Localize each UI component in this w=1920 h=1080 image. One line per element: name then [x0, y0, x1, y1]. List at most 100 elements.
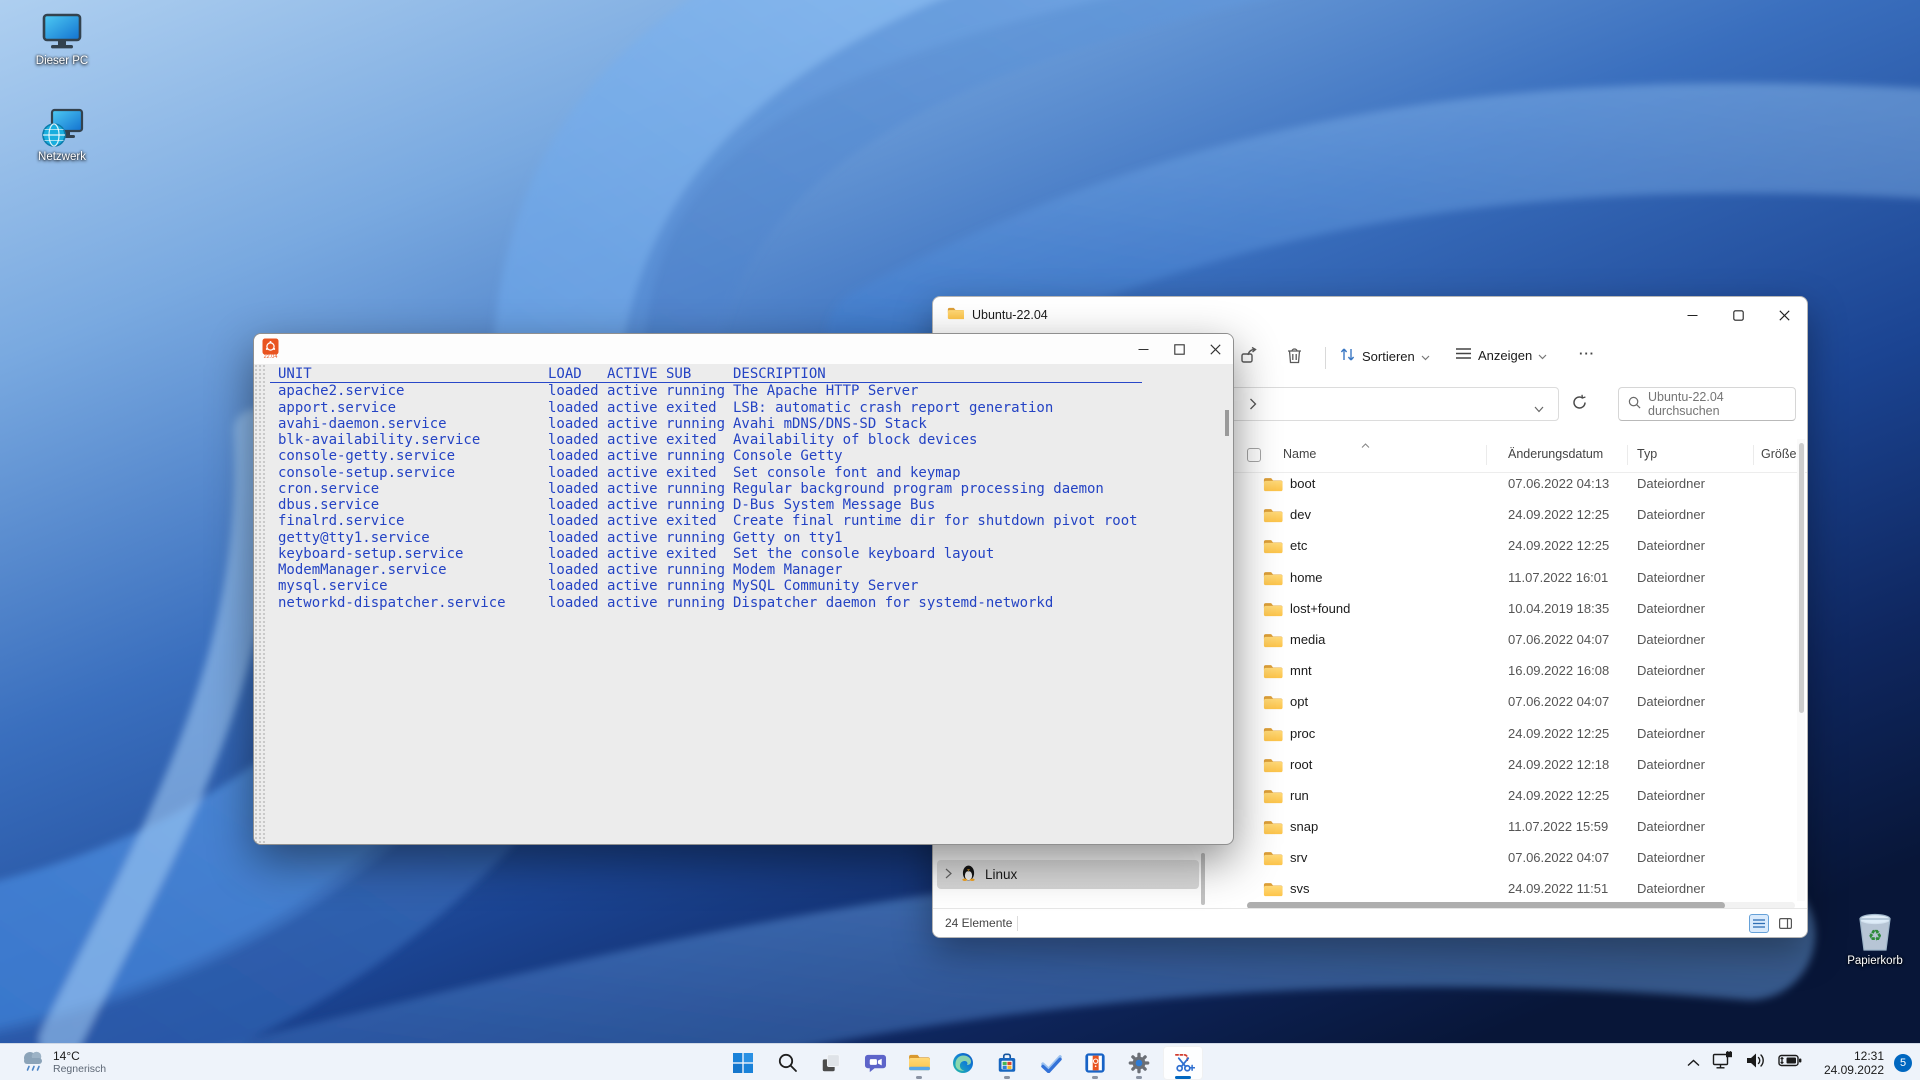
file-name: lost+found	[1290, 601, 1350, 616]
column-header-type[interactable]: Typ	[1637, 447, 1657, 461]
folder-icon	[1263, 538, 1283, 559]
taskbar-clock[interactable]: 12:31 24.09.2022	[1824, 1049, 1884, 1078]
desktop-icon-papierkorb[interactable]: ♻ Papierkorb	[1843, 912, 1907, 967]
network-icon[interactable]	[1712, 1051, 1734, 1075]
service-description: Console Getty	[733, 448, 843, 464]
column-header-size[interactable]: Größe	[1761, 447, 1796, 461]
edge-button[interactable]	[943, 1046, 983, 1080]
share-button[interactable]	[1239, 346, 1258, 365]
battery-charging-icon[interactable]	[1778, 1053, 1802, 1073]
start-button[interactable]	[723, 1046, 763, 1080]
service-sub: running	[666, 497, 733, 513]
service-sub: running	[666, 481, 733, 497]
search-placeholder: Ubuntu-22.04 durchsuchen	[1648, 390, 1795, 418]
column-header-name[interactable]: Name	[1283, 447, 1316, 461]
scrollbar-thumb[interactable]	[1799, 443, 1804, 713]
file-explorer-button[interactable]	[899, 1046, 939, 1080]
file-type: Dateiordner	[1637, 788, 1705, 803]
folder-icon	[1263, 850, 1283, 871]
close-button[interactable]	[1197, 334, 1233, 364]
service-unit: mysql.service	[278, 578, 548, 594]
service-load: loaded	[548, 383, 607, 399]
taskbar-center-icons	[723, 1044, 1203, 1080]
icon-caption: 22.04	[264, 355, 278, 361]
terminal-right-scrollbar[interactable]	[1223, 372, 1231, 838]
search-input[interactable]: Ubuntu-22.04 durchsuchen	[1618, 387, 1796, 421]
service-sub: running	[666, 578, 733, 594]
file-type: Dateiordner	[1637, 694, 1705, 709]
service-load: loaded	[548, 465, 607, 481]
service-unit: avahi-daemon.service	[278, 416, 548, 432]
widgets-weather-button[interactable]: 14°C Regnerisch	[14, 1047, 112, 1078]
search-button[interactable]	[767, 1046, 807, 1080]
view-button[interactable]: Anzeigen	[1455, 346, 1547, 364]
desktop-icon-dieser-pc[interactable]: Dieser PC	[30, 12, 94, 67]
expander-chevron-icon[interactable]	[945, 866, 952, 884]
tray-chevron-up-icon[interactable]	[1687, 1054, 1700, 1072]
service-description: LSB: automatic crash report generation	[733, 400, 1053, 416]
service-description: D-Bus System Message Bus	[733, 497, 935, 513]
system-tray	[1687, 1044, 1802, 1080]
minimize-button[interactable]	[1669, 297, 1715, 333]
delete-button[interactable]	[1285, 346, 1304, 365]
minimize-button[interactable]	[1125, 334, 1161, 364]
sidebar-item-label: Linux	[985, 867, 1017, 882]
snipping-tool-button[interactable]	[1163, 1046, 1203, 1080]
folder-icon	[1263, 570, 1283, 591]
toolbar-divider	[1325, 347, 1326, 369]
maximize-button[interactable]	[1161, 334, 1197, 364]
task-view-button[interactable]	[811, 1046, 851, 1080]
select-all-checkbox[interactable]	[1247, 448, 1261, 462]
ubuntu-terminal-button[interactable]	[1075, 1046, 1115, 1080]
folder-icon	[1263, 601, 1283, 622]
service-active: active	[607, 448, 666, 464]
network-icon	[39, 108, 85, 148]
svg-text:♻: ♻	[1868, 926, 1882, 945]
settings-button[interactable]	[1119, 1046, 1159, 1080]
sidebar-item-linux[interactable]: Linux	[937, 860, 1199, 889]
file-type: Dateiordner	[1637, 881, 1705, 896]
more-options-button[interactable]: ···	[1579, 346, 1595, 361]
vertical-scrollbar[interactable]	[1797, 439, 1805, 901]
microsoft-store-button[interactable]	[987, 1046, 1027, 1080]
notification-badge[interactable]: 5	[1894, 1054, 1912, 1072]
column-header-date[interactable]: Änderungsdatum	[1508, 447, 1603, 461]
explorer-titlebar[interactable]: Ubuntu-22.04	[933, 297, 1807, 333]
microsoft-todo-button[interactable]	[1031, 1046, 1071, 1080]
service-unit: apport.service	[278, 400, 548, 416]
terminal-left-scrollbar[interactable]	[254, 364, 267, 845]
clock-date: 24.09.2022	[1824, 1063, 1884, 1077]
maximize-button[interactable]	[1715, 297, 1761, 333]
desktop-icon-label: Netzwerk	[38, 151, 86, 163]
col-unit: UNIT	[278, 366, 548, 382]
service-row: ModemManager.service loaded active runni…	[270, 562, 1233, 578]
file-type: Dateiordner	[1637, 538, 1705, 553]
service-description: Regular background program processing da…	[733, 481, 1104, 497]
details-view-button[interactable]	[1775, 914, 1795, 933]
service-unit: finalrd.service	[278, 513, 548, 529]
file-type: Dateiordner	[1637, 601, 1705, 616]
this-pc-icon	[39, 12, 85, 52]
file-name: mnt	[1290, 663, 1312, 678]
sort-button[interactable]: Sortieren	[1339, 346, 1430, 366]
file-date: 07.06.2022 04:07	[1508, 694, 1609, 709]
teams-chat-button[interactable]	[855, 1046, 895, 1080]
file-date: 11.07.2022 16:01	[1508, 570, 1608, 585]
close-button[interactable]	[1761, 297, 1807, 333]
address-dropdown-icon[interactable]	[1534, 400, 1544, 418]
file-name: opt	[1290, 694, 1308, 709]
desktop-icon-netzwerk[interactable]: Netzwerk	[30, 108, 94, 163]
running-indicator	[1092, 1076, 1098, 1079]
scrollbar-thumb[interactable]	[1225, 410, 1229, 436]
service-active: active	[607, 497, 666, 513]
volume-icon[interactable]	[1746, 1052, 1766, 1074]
tux-penguin-icon	[961, 864, 976, 886]
refresh-button[interactable]	[1571, 394, 1588, 416]
service-sub: running	[666, 530, 733, 546]
terminal-titlebar[interactable]: 22.04	[254, 334, 1233, 364]
service-sub: running	[666, 416, 733, 432]
service-description: Availability of block devices	[733, 432, 977, 448]
list-view-button[interactable]	[1749, 914, 1769, 933]
scrollbar-thumb[interactable]	[1201, 853, 1205, 905]
file-name: etc	[1290, 538, 1307, 553]
